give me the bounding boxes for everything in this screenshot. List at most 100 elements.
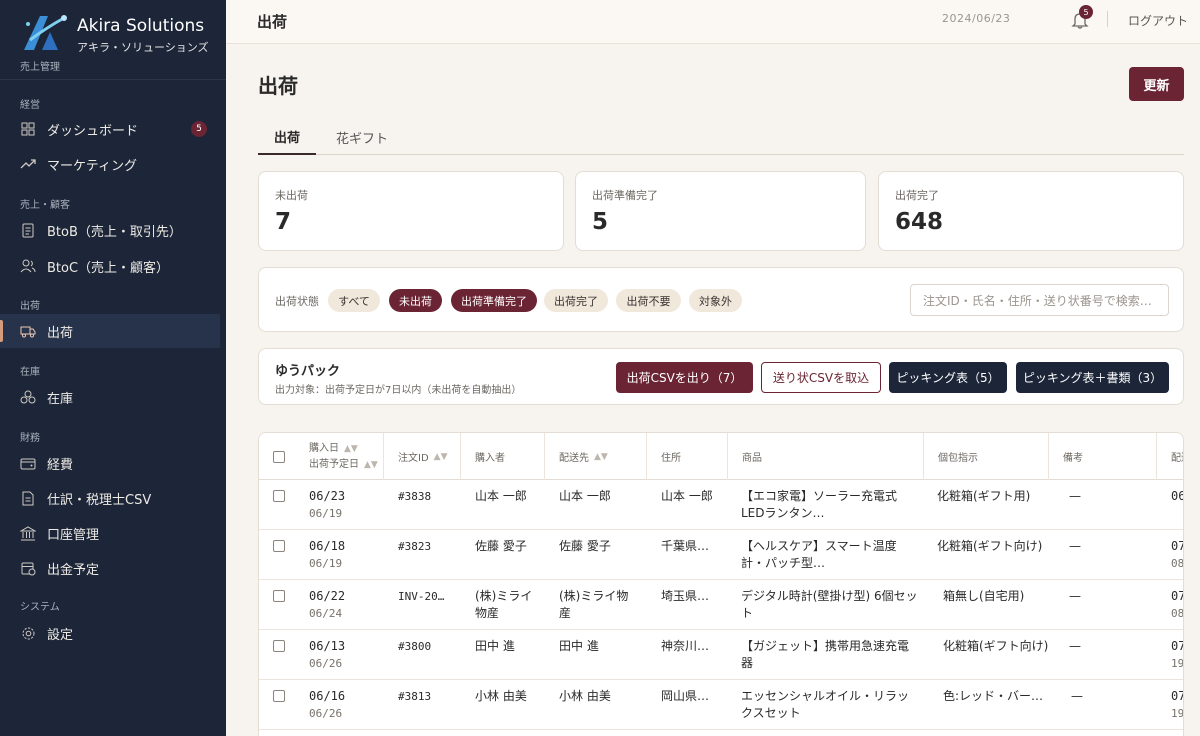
nav-section-inventory: 在庫 xyxy=(20,367,40,378)
recipient: (株)ミライ物産 xyxy=(559,589,629,620)
ship-date: 06/26 xyxy=(309,657,343,670)
document-icon xyxy=(20,222,36,238)
header-wrapping[interactable]: 個包指示 xyxy=(923,433,1048,480)
sidebar-item-settings[interactable]: 設定 xyxy=(0,616,220,650)
picking-list-documents-button[interactable]: ピッキング表＋書類（3） xyxy=(1016,362,1169,393)
header-product[interactable]: 商品 xyxy=(727,433,923,480)
order-id[interactable]: #3823 xyxy=(398,538,460,555)
sidebar-item-expenses[interactable]: 経費 xyxy=(0,446,220,480)
row-checkbox[interactable] xyxy=(273,640,285,652)
header-buyer[interactable]: 購入者 xyxy=(460,433,544,480)
filter-chip-excluded[interactable]: 対象外 xyxy=(689,289,742,312)
logout-link[interactable]: ログアウト xyxy=(1128,12,1188,29)
note: — xyxy=(1069,639,1081,653)
table-row[interactable]: 06/23 06/19 #3838 山本 一郎 山本 一郎 山本 一郎 【エコ家… xyxy=(259,480,1183,530)
stat-card-ready: 出荷準備完了 5 xyxy=(575,171,866,251)
refresh-button[interactable]: 更新 xyxy=(1129,67,1184,101)
table-row[interactable]: 06/13 06/26 #3800 田中 進 田中 進 神奈川… 【ガジェット】… xyxy=(259,630,1183,680)
table-row[interactable]: 06/18 06/19 #3823 佐藤 愛子 佐藤 愛子 千葉県… 【ヘルスケ… xyxy=(259,530,1183,580)
sidebar-item-label: BtoB（売上・取引先） xyxy=(47,224,182,240)
nav-section-finance: 財務 xyxy=(20,433,40,444)
picking-list-button[interactable]: ピッキング表（5） xyxy=(889,362,1007,393)
nav-section-management: 経営 xyxy=(20,100,40,111)
stat-label: 未出荷 xyxy=(275,189,308,202)
nav-section-shipping: 出荷 xyxy=(20,301,40,312)
import-invoice-csv-button[interactable]: 送り状CSVを取込 xyxy=(761,362,881,393)
sidebar-item-journal-csv[interactable]: 仕訳・税理士CSV xyxy=(0,481,220,515)
filter-chip-not-required[interactable]: 出荷不要 xyxy=(616,289,681,312)
wrapping: 化粧箱(ギフト用) xyxy=(937,489,1031,503)
order-id[interactable]: INV-20… xyxy=(398,588,460,605)
purchase-date: 06/18 xyxy=(309,539,346,553)
header-select xyxy=(259,433,295,480)
purchase-date: 06/22 xyxy=(309,589,346,603)
sidebar-item-accounts[interactable]: 口座管理 xyxy=(0,516,220,550)
header-note[interactable]: 備考 xyxy=(1048,433,1156,480)
stat-value: 648 xyxy=(895,209,944,235)
note: — xyxy=(1069,589,1081,603)
header-purchase-date: 購入日 xyxy=(309,442,339,454)
address: 山本 一郎 xyxy=(661,489,713,503)
note: — xyxy=(1069,539,1081,553)
recipient: 佐藤 愛子 xyxy=(559,539,611,553)
yupack-title: ゆうパック xyxy=(275,364,341,379)
filter-chip-shipped[interactable]: 出荷完了 xyxy=(544,289,608,312)
extra-date: 07 xyxy=(1171,589,1183,603)
wrapping: 箱無し(自宅用) xyxy=(943,589,1025,603)
recipient: 山本 一郎 xyxy=(559,489,611,503)
filter-panel: 出荷状態 すべて 未出荷 出荷準備完了 出荷完了 出荷不要 対象外 注文ID・氏… xyxy=(258,267,1184,332)
row-checkbox[interactable] xyxy=(273,490,285,502)
row-checkbox[interactable] xyxy=(273,690,285,702)
filter-chip-unshipped[interactable]: 未出荷 xyxy=(389,289,442,312)
export-shipping-csv-button[interactable]: 出荷CSVを出り（7） xyxy=(616,362,753,393)
file-icon xyxy=(20,490,36,506)
tab-flower-gift[interactable]: 花ギフト xyxy=(328,119,396,155)
filter-chip-ready[interactable]: 出荷準備完了 xyxy=(451,289,537,312)
stat-value: 5 xyxy=(592,209,609,235)
header-dates[interactable]: 購入日 ▲▼ 出荷予定日 ▲▼ xyxy=(295,433,383,480)
users-icon xyxy=(20,258,36,274)
search-input[interactable]: 注文ID・氏名・住所・送り状番号で検索… xyxy=(910,284,1169,316)
table-row[interactable]: 06/16 06/26 #3813 小林 由美 小林 由美 岡山県… エッセンシ… xyxy=(259,680,1183,730)
recipient: 田中 進 xyxy=(559,639,599,653)
select-all-checkbox[interactable] xyxy=(273,450,285,463)
extra-date: 07 xyxy=(1171,639,1183,653)
sidebar-item-btoc[interactable]: BtoC（売上・顧客） xyxy=(0,249,220,283)
header-order-id[interactable]: 注文ID ▲▼ xyxy=(383,433,460,480)
akira-logo-icon xyxy=(24,15,67,50)
sidebar-item-btob[interactable]: BtoB（売上・取引先） xyxy=(0,213,220,247)
order-id[interactable]: #3838 xyxy=(398,488,460,505)
buyer: (株)ミライ物産 xyxy=(475,589,533,620)
sidebar-item-payment-schedule[interactable]: 出金予定 xyxy=(0,551,220,585)
order-id[interactable]: #3813 xyxy=(398,688,460,705)
header-extra[interactable]: 配送 xyxy=(1156,433,1183,480)
brand-subtitle: 売上管理 xyxy=(20,62,60,73)
row-checkbox[interactable] xyxy=(273,590,285,602)
sidebar: Akira Solutions アキラ・ソリューションズ 売上管理 経営 ダッシ… xyxy=(0,0,226,736)
product: デジタル時計(壁掛け型) 6個セット xyxy=(741,589,918,620)
boxes-icon xyxy=(20,389,36,405)
sidebar-item-label: 在庫 xyxy=(47,391,74,407)
row-checkbox[interactable] xyxy=(273,540,285,552)
note: — xyxy=(1069,489,1081,503)
stat-label: 出荷完了 xyxy=(895,189,939,202)
header-address[interactable]: 住所 xyxy=(646,433,727,480)
table-row[interactable]: 06/22 06/24 INV-20… (株)ミライ物産 (株)ミライ物産 埼玉… xyxy=(259,580,1183,630)
truck-icon xyxy=(20,323,36,339)
extra-date: 07 xyxy=(1171,689,1183,703)
header-recipient[interactable]: 配送先 ▲▼ xyxy=(544,433,646,480)
buyer: 山本 一郎 xyxy=(475,489,527,503)
sidebar-item-marketing[interactable]: マーケティング xyxy=(0,147,220,181)
buyer: 田中 進 xyxy=(475,639,515,653)
purchase-date: 06/16 xyxy=(309,689,346,703)
product: 【ヘルスケア】スマート温度計・パッチ型… xyxy=(741,539,897,570)
sidebar-item-shipping[interactable]: 出荷 xyxy=(0,314,220,348)
filter-chip-all[interactable]: すべて xyxy=(328,289,380,312)
order-id[interactable]: #3800 xyxy=(398,638,460,655)
sidebar-item-dashboard[interactable]: ダッシュボード 5 xyxy=(0,112,220,146)
address: 埼玉県… xyxy=(661,589,710,603)
tab-shipping[interactable]: 出荷 xyxy=(258,119,316,155)
sort-icon: ▲▼ xyxy=(364,459,378,470)
brand-kana: アキラ・ソリューションズ xyxy=(77,41,209,54)
sidebar-item-inventory[interactable]: 在庫 xyxy=(0,380,220,414)
